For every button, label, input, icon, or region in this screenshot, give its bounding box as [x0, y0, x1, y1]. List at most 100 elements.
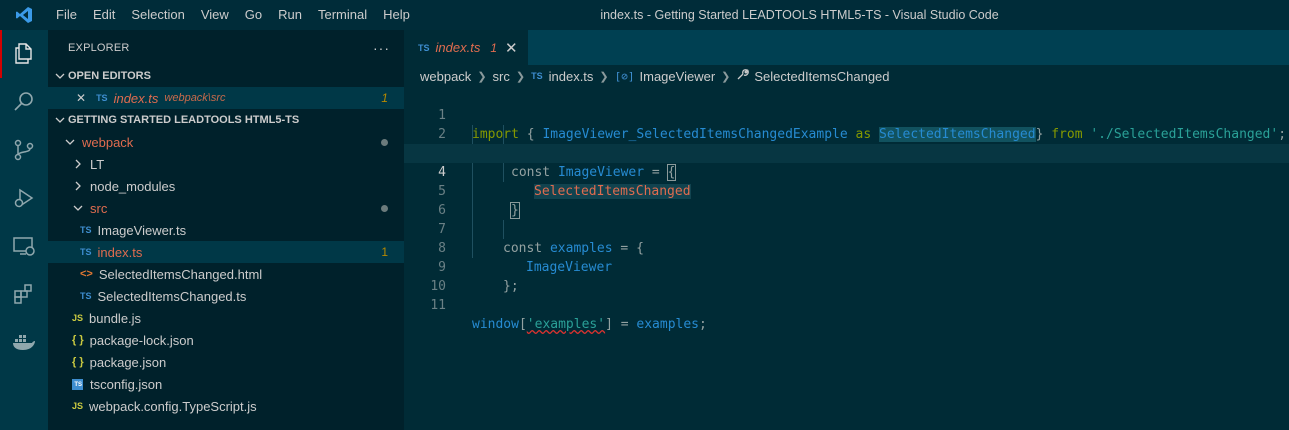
chevron-right-icon: ❯	[599, 70, 609, 83]
file-webpack-config[interactable]: JS webpack.config.TypeScript.js	[48, 395, 404, 417]
code-token: window	[472, 317, 519, 332]
typescript-file-icon: TS	[80, 247, 92, 257]
breadcrumb-item[interactable]: src	[493, 69, 510, 84]
chevron-down-icon	[70, 203, 86, 213]
menu-selection[interactable]: Selection	[123, 0, 192, 30]
breadcrumb-item[interactable]: ImageViewer	[640, 69, 716, 84]
code-line-current: 4 SelectedItemsChanged	[404, 144, 1289, 199]
code-token: =	[612, 317, 637, 332]
open-editors-section[interactable]: OPEN EDITORS	[48, 65, 404, 87]
tsconfig-file-icon: TS	[72, 378, 83, 390]
chevron-right-icon: ❯	[721, 70, 731, 83]
file-label: package-lock.json	[89, 332, 194, 348]
breadcrumb-item[interactable]: index.ts	[549, 69, 594, 84]
chevron-down-icon	[52, 71, 68, 81]
extensions-button[interactable]	[0, 270, 48, 318]
search-icon	[14, 92, 33, 111]
file-selecteditemschanged-ts[interactable]: TS SelectedItemsChanged.ts	[48, 285, 404, 307]
file-selecteditemschanged-html[interactable]: <> SelectedItemsChanged.html	[48, 263, 404, 285]
wrench-icon	[736, 68, 750, 84]
typescript-file-icon: TS	[80, 291, 92, 301]
folder-lt[interactable]: LT	[48, 153, 404, 175]
code-token: ]	[605, 317, 613, 332]
file-label: tsconfig.json	[90, 376, 163, 392]
folder-label: webpack	[82, 134, 134, 150]
code-line: 1 import { ImageViewer_SelectedItemsChan…	[404, 87, 1289, 142]
editor-tabs: TS index.ts 1 ✕	[404, 30, 1289, 65]
code-line: 5 }	[404, 163, 1289, 219]
line-number: 11	[430, 298, 446, 313]
more-actions-button[interactable]: ···	[373, 40, 390, 56]
open-editors-label: OPEN EDITORS	[68, 70, 151, 82]
menu-terminal[interactable]: Terminal	[310, 0, 375, 30]
chevron-right-icon: ❯	[515, 70, 526, 83]
code-line: 11 window['examples'] = examples;	[404, 277, 1289, 332]
code-line: 8 ImageViewer	[404, 220, 1289, 275]
source-control-icon	[14, 139, 34, 161]
explorer-sidebar: EXPLORER ··· OPEN EDITORS ✕ TS index.ts …	[48, 30, 404, 430]
folder-node-modules[interactable]: node_modules	[48, 175, 404, 197]
menu-help[interactable]: Help	[375, 0, 418, 30]
html-file-icon: <>	[80, 268, 93, 280]
tab-index-ts[interactable]: TS index.ts 1 ✕	[404, 30, 528, 65]
title-bar: File Edit Selection View Go Run Terminal…	[0, 0, 1289, 30]
typescript-file-icon: TS	[531, 71, 543, 81]
file-label: ImageViewer.ts	[97, 222, 187, 238]
code-line: 7 const examples = {	[404, 201, 1289, 256]
open-editor-item[interactable]: ✕ TS index.ts webpack\src 1	[48, 87, 404, 109]
typescript-file-icon: TS	[96, 93, 108, 103]
source-control-button[interactable]	[0, 126, 48, 174]
files-icon	[15, 43, 32, 64]
vscode-logo-icon	[0, 0, 48, 30]
project-label: GETTING STARTED LEADTOOLS HTML5-TS	[68, 114, 300, 126]
breadcrumb-item[interactable]: webpack	[420, 69, 471, 84]
breadcrumb: webpack ❯ src ❯ TS index.ts ❯ [⊘] ImageV…	[404, 65, 1289, 87]
remote-explorer-icon	[13, 237, 35, 256]
search-button[interactable]	[0, 78, 48, 126]
file-package-lock[interactable]: { } package-lock.json	[48, 329, 404, 351]
docker-icon	[13, 335, 35, 350]
menu-go[interactable]: Go	[237, 0, 270, 30]
menu-view[interactable]: View	[193, 0, 237, 30]
menu-edit[interactable]: Edit	[85, 0, 123, 30]
breadcrumb-item[interactable]: SelectedItemsChanged	[754, 69, 889, 84]
file-imageviewer[interactable]: TS ImageViewer.ts	[48, 219, 404, 241]
close-icon[interactable]: ✕	[76, 91, 86, 105]
chevron-right-icon	[70, 181, 86, 191]
explorer-button[interactable]	[0, 30, 48, 78]
json-file-icon: { }	[72, 356, 84, 368]
problem-count-badge: 1	[381, 91, 388, 105]
open-editor-name: index.ts	[113, 90, 159, 106]
open-editor-path: webpack\src	[164, 92, 226, 104]
run-debug-button[interactable]	[0, 174, 48, 222]
code-editor[interactable]: 1 import { ImageViewer_SelectedItemsChan…	[404, 87, 1289, 332]
remote-explorer-button[interactable]	[0, 222, 48, 270]
folder-src[interactable]: src	[48, 197, 404, 219]
file-index[interactable]: TS index.ts 1	[48, 241, 404, 263]
close-icon[interactable]: ✕	[505, 39, 518, 57]
code-line: 10	[404, 258, 1289, 294]
problem-count-badge: 1	[381, 245, 388, 259]
code-line: 3 const ImageViewer = {	[404, 125, 1289, 181]
folder-label: src	[90, 200, 108, 216]
code-line: 6	[404, 182, 1289, 218]
file-bundle[interactable]: JS bundle.js	[48, 307, 404, 329]
docker-button[interactable]	[0, 318, 48, 366]
extensions-icon	[14, 284, 32, 304]
folder-webpack[interactable]: webpack	[48, 131, 404, 153]
folder-label: LT	[90, 156, 105, 172]
activity-bar	[0, 30, 48, 430]
project-section[interactable]: GETTING STARTED LEADTOOLS HTML5-TS	[48, 109, 404, 131]
editor-area: TS index.ts 1 ✕ webpack ❯ src ❯ TS index…	[404, 30, 1289, 430]
menu-file[interactable]: File	[48, 0, 85, 30]
file-package[interactable]: { } package.json	[48, 351, 404, 373]
variable-symbol-icon: [⊘]	[614, 69, 635, 83]
json-file-icon: { }	[72, 334, 84, 346]
menu-run[interactable]: Run	[270, 0, 310, 30]
typescript-file-icon: TS	[418, 42, 430, 53]
explorer-header: EXPLORER ···	[48, 30, 404, 65]
folder-label: node_modules	[90, 178, 176, 194]
chevron-right-icon: ❯	[477, 70, 487, 83]
code-token: 'examples'	[526, 317, 606, 332]
file-tsconfig[interactable]: TS tsconfig.json	[48, 373, 404, 395]
